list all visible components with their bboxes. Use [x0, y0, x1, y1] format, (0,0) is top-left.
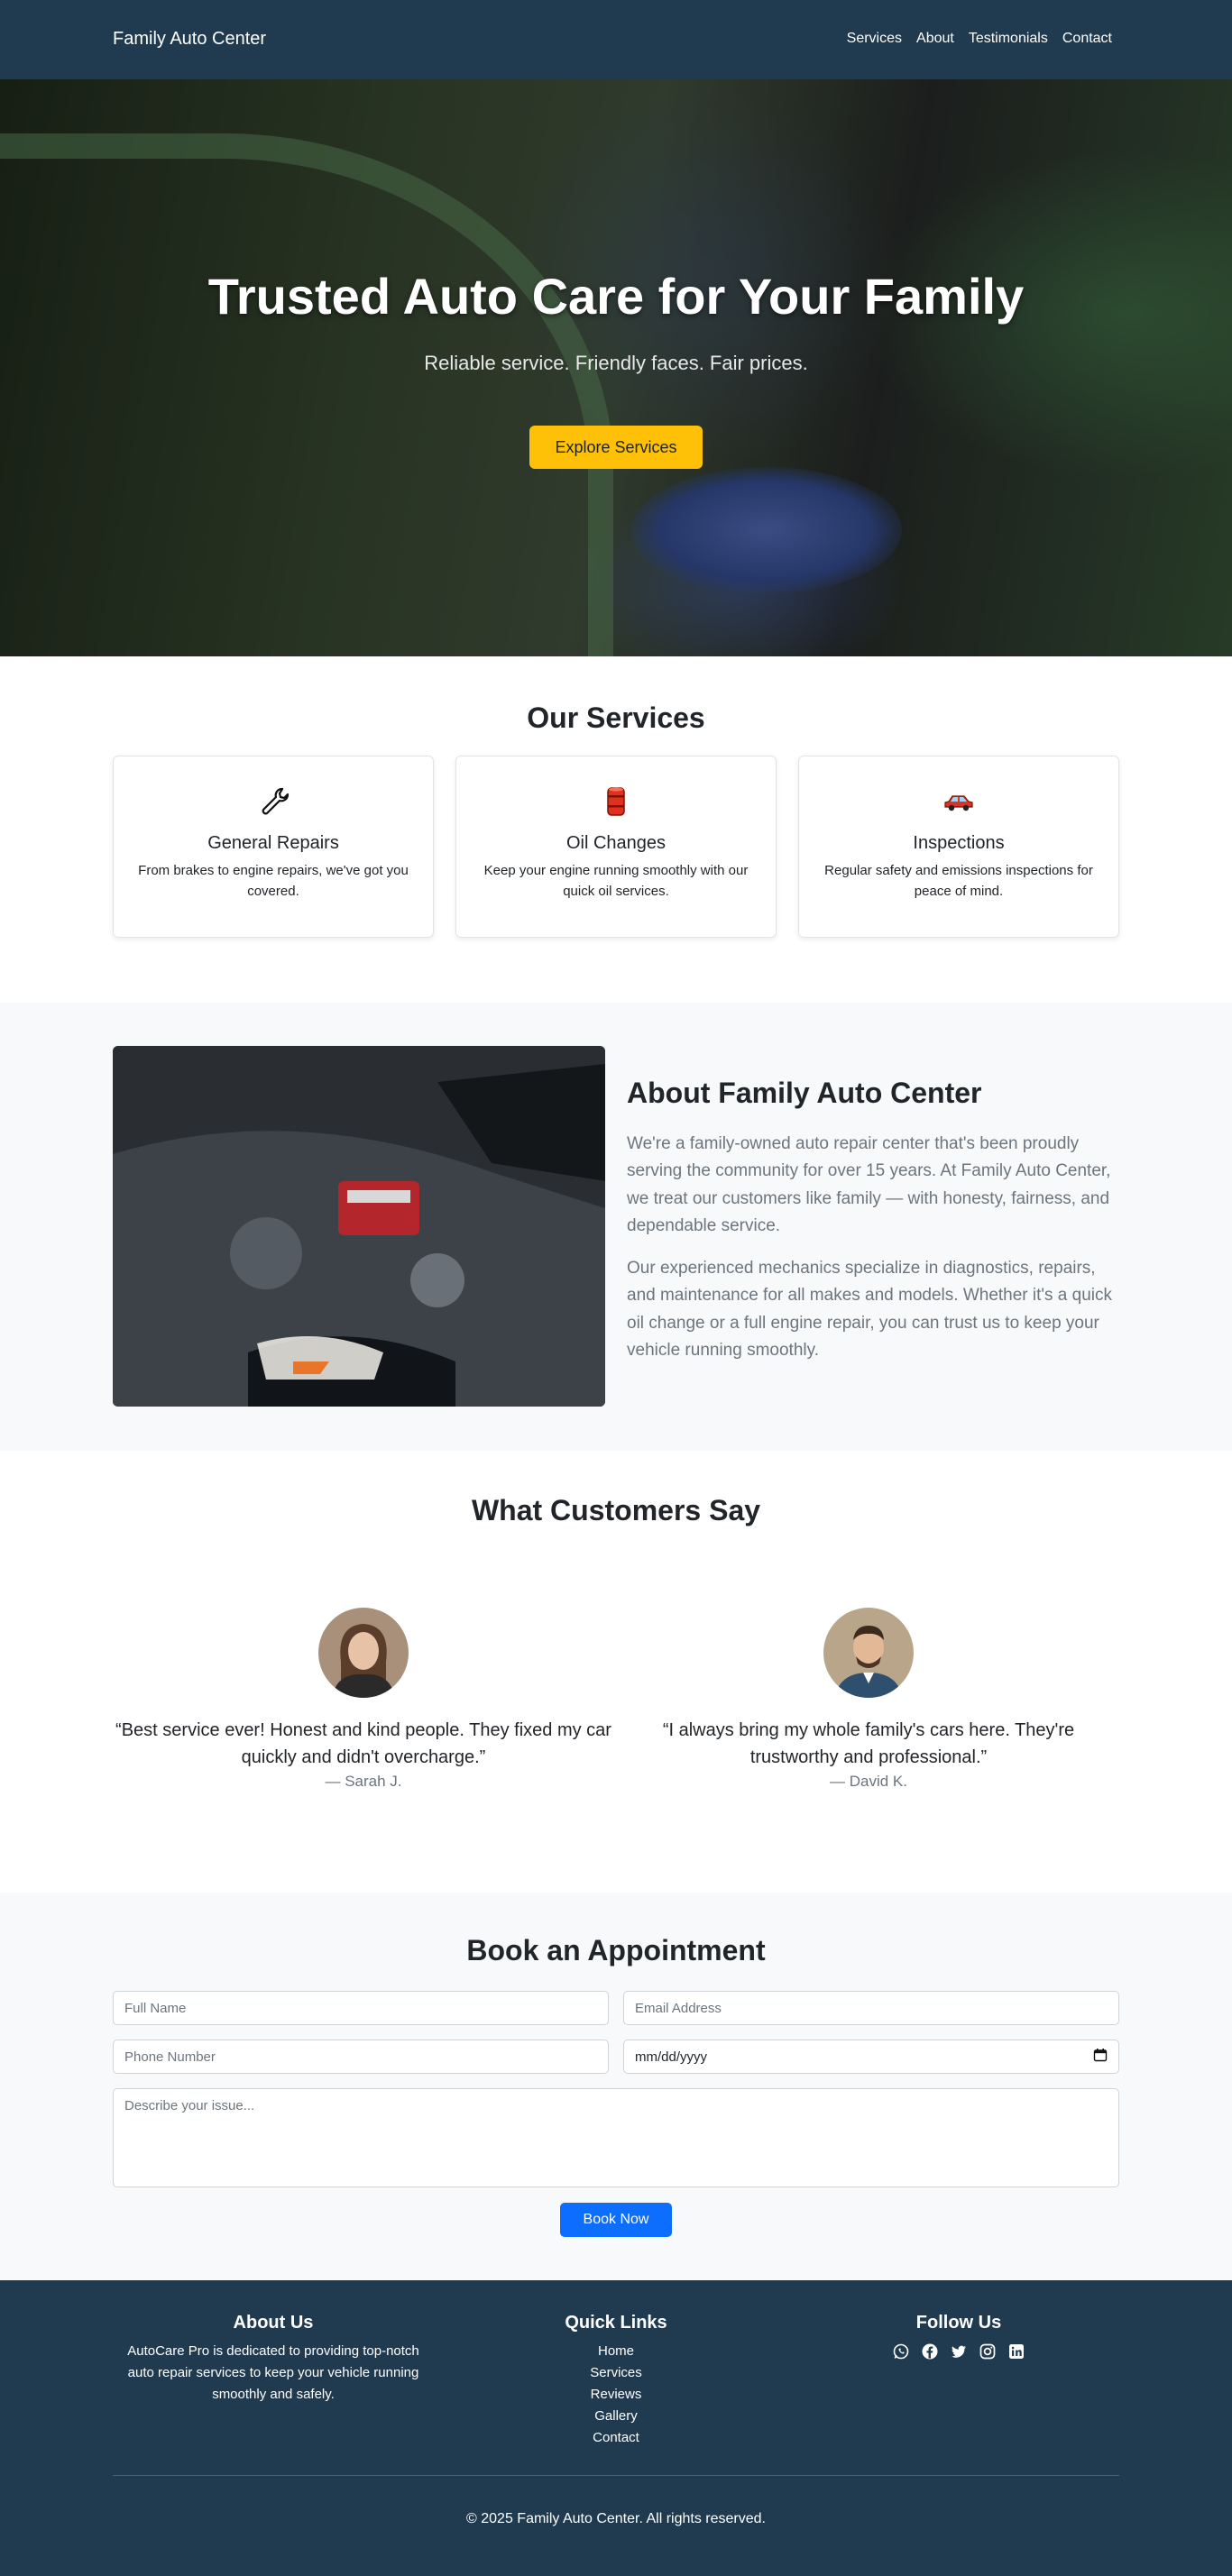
nav-link-services[interactable]: Services	[847, 31, 902, 47]
footer-divider	[113, 2475, 1119, 2476]
testimonial-author: — David K.	[830, 1773, 907, 1790]
wrench-icon	[255, 784, 291, 820]
testimonial-quote: “I always bring my whole family's cars h…	[662, 1720, 1075, 1767]
hero-subtitle: Reliable service. Friendly faces. Fair p…	[424, 352, 808, 374]
facebook-icon[interactable]	[921, 2342, 939, 2361]
phone-field[interactable]	[113, 2040, 609, 2074]
avatar	[823, 1608, 914, 1698]
services-cards: General Repairs From brakes to engine re…	[113, 756, 1119, 938]
explore-services-button[interactable]: Explore Services	[529, 426, 703, 469]
book-now-button[interactable]: Book Now	[560, 2203, 672, 2237]
testimonials-section: What Customers Say “Best service ever! H…	[0, 1451, 1232, 1893]
nav-links: Services About Testimonials Contact	[847, 31, 1112, 47]
nav-link-testimonials[interactable]: Testimonials	[969, 31, 1048, 47]
about-title: About Family Auto Center	[627, 1077, 982, 1109]
footer-heading: About Us	[233, 2313, 314, 2333]
linkedin-icon[interactable]	[1007, 2342, 1025, 2361]
whatsapp-icon[interactable]	[892, 2342, 910, 2361]
booking-title: Book an Appointment	[466, 1934, 766, 1966]
about-paragraph-1: We're a family-owned auto repair center …	[627, 1134, 1111, 1236]
service-card-general-repairs: General Repairs From brakes to engine re…	[113, 756, 434, 938]
navbar: Family Auto Center Services About Testim…	[0, 0, 1232, 79]
footer-link-services[interactable]: Services	[455, 2362, 777, 2384]
footer-about: About Us AutoCare Pro is dedicated to pr…	[113, 2313, 434, 2406]
footer-about-text: AutoCare Pro is dedicated to providing t…	[127, 2343, 419, 2402]
footer-link-reviews[interactable]: Reviews	[455, 2384, 777, 2406]
twitter-icon[interactable]	[950, 2342, 968, 2361]
footer-heading: Quick Links	[565, 2313, 667, 2333]
oil-drum-icon	[598, 784, 634, 820]
footer-heading: Follow Us	[915, 2313, 1002, 2333]
service-description: Keep your engine running smoothly with o…	[483, 863, 749, 899]
hero-title: Trusted Auto Care for Your Family	[207, 268, 1025, 325]
footer-link-home[interactable]: Home	[455, 2341, 777, 2362]
booking-section: Book an Appointment mm/dd/yyyy Book Now	[0, 1893, 1232, 2280]
full-name-field[interactable]	[113, 1991, 609, 2025]
footer: About Us AutoCare Pro is dedicated to pr…	[0, 2280, 1232, 2576]
date-field[interactable]: mm/dd/yyyy	[623, 2040, 1119, 2074]
date-field-value: mm/dd/yyyy	[635, 2049, 708, 2065]
service-description: Regular safety and emissions inspections…	[824, 863, 1093, 899]
about-paragraph-2: Our experienced mechanics specialize in …	[627, 1259, 1113, 1361]
brand-logo[interactable]: Family Auto Center	[113, 29, 266, 50]
service-card-oil-changes: Oil Changes Keep your engine running smo…	[455, 756, 777, 938]
hero-section: Trusted Auto Care for Your Family Reliab…	[0, 79, 1232, 656]
footer-links-list: Home Services Reviews Gallery Contact	[455, 2341, 777, 2449]
services-section: Our Services General Repairs From brakes…	[0, 656, 1232, 1003]
footer-link-gallery[interactable]: Gallery	[455, 2406, 777, 2427]
avatar	[318, 1608, 409, 1698]
footer-social: Follow Us	[798, 2313, 1119, 2361]
issue-description-field[interactable]	[113, 2088, 1119, 2187]
testimonial-author: — Sarah J.	[325, 1773, 402, 1790]
service-description: From brakes to engine repairs, we've got…	[138, 863, 409, 899]
email-field[interactable]	[623, 1991, 1119, 2025]
nav-link-about[interactable]: About	[916, 31, 954, 47]
testimonial-card: “I always bring my whole family's cars h…	[618, 1608, 1119, 1791]
nav-link-contact[interactable]: Contact	[1062, 31, 1112, 47]
footer-link-contact[interactable]: Contact	[455, 2427, 777, 2449]
about-engine-photo	[113, 1046, 605, 1407]
testimonial-card: “Best service ever! Honest and kind peop…	[113, 1608, 614, 1791]
instagram-icon[interactable]	[979, 2342, 997, 2361]
service-title: General Repairs	[207, 833, 339, 853]
car-icon	[941, 784, 977, 820]
calendar-icon[interactable]	[1093, 2048, 1108, 2066]
service-title: Oil Changes	[565, 833, 667, 853]
testimonial-quote: “Best service ever! Honest and kind peop…	[115, 1720, 611, 1767]
social-icons	[798, 2342, 1119, 2361]
service-title: Inspections	[913, 833, 1005, 853]
footer-quick-links: Quick Links Home Services Reviews Galler…	[455, 2313, 777, 2449]
testimonials-title: What Customers Say	[471, 1494, 761, 1526]
service-card-inspections: Inspections Regular safety and emissions…	[798, 756, 1119, 938]
about-section: About Family Auto Center We're a family-…	[0, 1003, 1232, 1451]
services-title: Our Services	[527, 701, 705, 734]
footer-copyright: © 2025 Family Auto Center. All rights re…	[466, 2511, 766, 2526]
